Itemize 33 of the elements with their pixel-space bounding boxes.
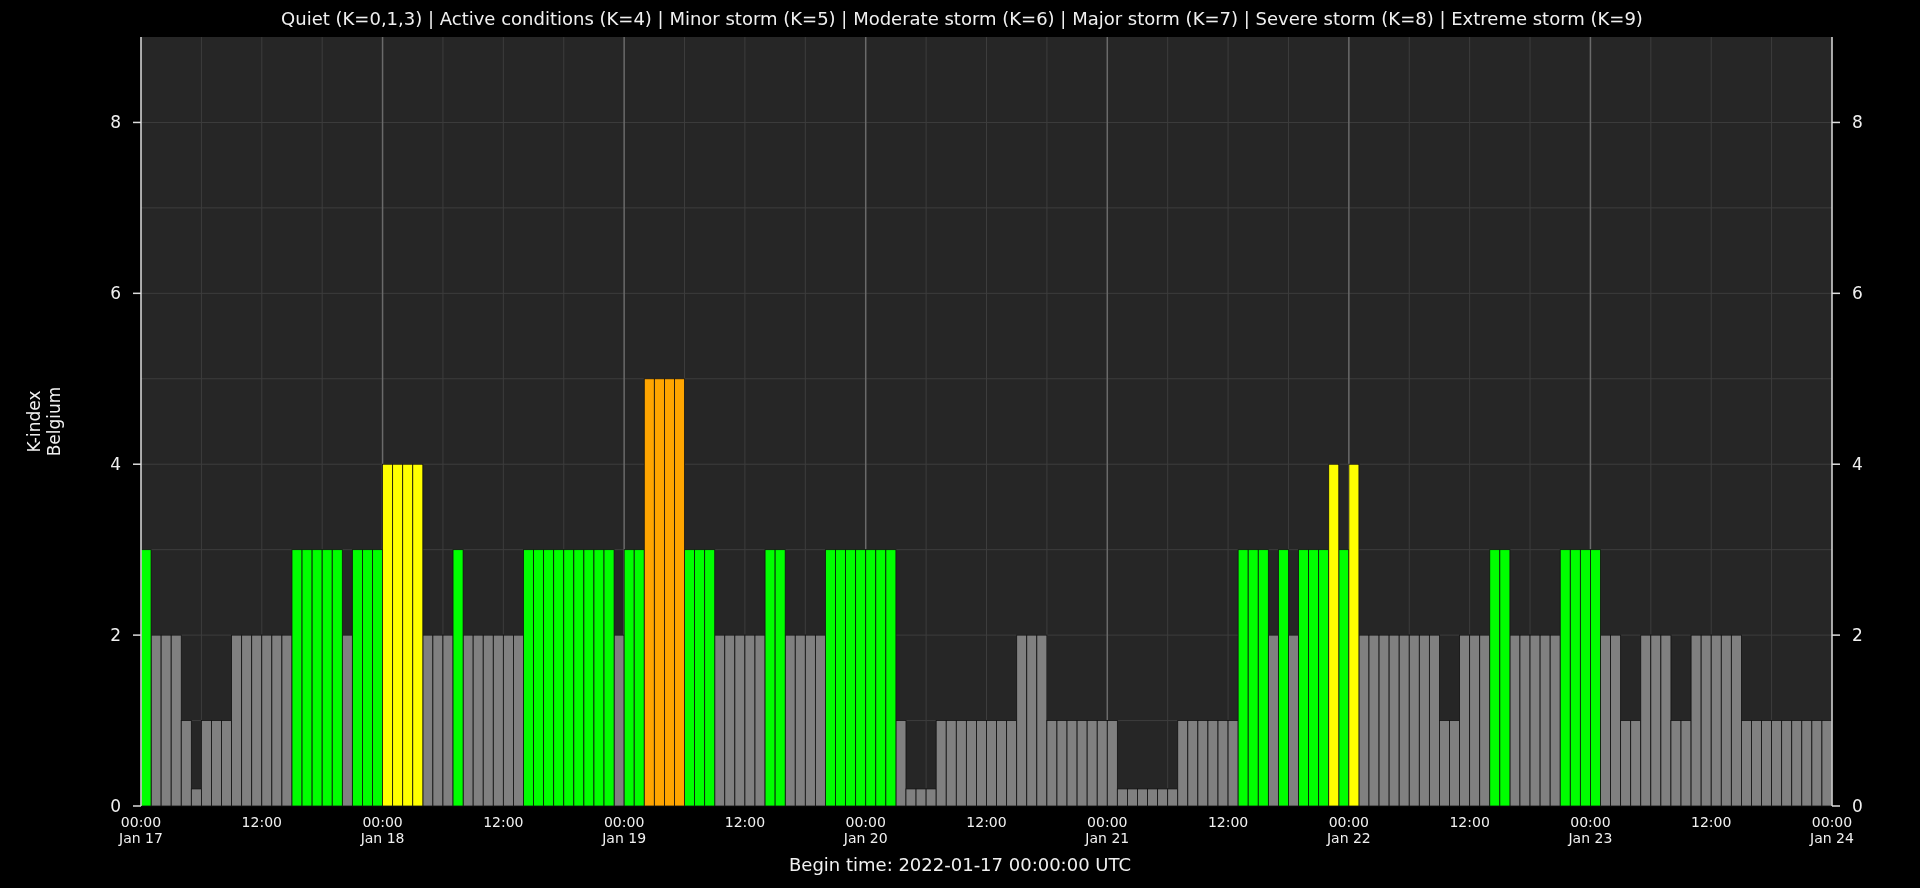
bar [915,788,927,807]
tick-label: 00:00 Jan 18 [360,814,405,846]
x-axis-label: Begin time: 2022-01-17 00:00:00 UTC [789,854,1131,875]
tick-label: 8 [110,112,121,133]
tick-label: 12:00 [1691,814,1732,830]
tick-label: 0 [110,796,121,816]
tick-label: 00:00 Jan 22 [1326,814,1371,846]
tick-label: 12:00 [724,814,766,830]
tick-label: 12:00 [1207,814,1249,830]
tick-label: 00:00 Jan 24 [1810,814,1854,846]
tick-label: 12:00 [483,814,524,830]
tick-label: 00:00 Jan 21 [1085,814,1130,846]
tick-label: 4 [1852,454,1863,475]
bar [1137,788,1148,807]
tick-label: 8 [1852,112,1863,133]
bar [1147,788,1158,807]
tick-label: 6 [110,283,121,304]
tick-label: 00:00 Jan 23 [1568,814,1613,846]
bar [1157,788,1169,807]
bar [1127,788,1138,807]
y-axis-label: K-index Belgium [24,386,64,457]
tick-label: 2 [110,625,121,646]
tick-label: 2 [1852,625,1863,646]
tick-label: 00:00 Jan 20 [843,814,888,846]
tick-label: 6 [1852,283,1863,304]
chart-legend-title: Quiet (K=0,1,3) | Active conditions (K=4) | Minor storm (K=5) | Moderate storm (K=6) | Major storm (K=7) | Severe storm (K=8) | Extreme storm (K=9) [281,8,1643,29]
tick-label: 12:00 [241,814,282,830]
tick-label: 0 [1852,796,1863,816]
tick-label: 12:00 [1449,814,1490,830]
tick-label: 12:00 [966,814,1007,830]
tick-label: 00:00 Jan 17 [119,814,163,846]
tick-label: 00:00 Jan 19 [602,814,647,846]
tick-label: 4 [110,454,121,475]
